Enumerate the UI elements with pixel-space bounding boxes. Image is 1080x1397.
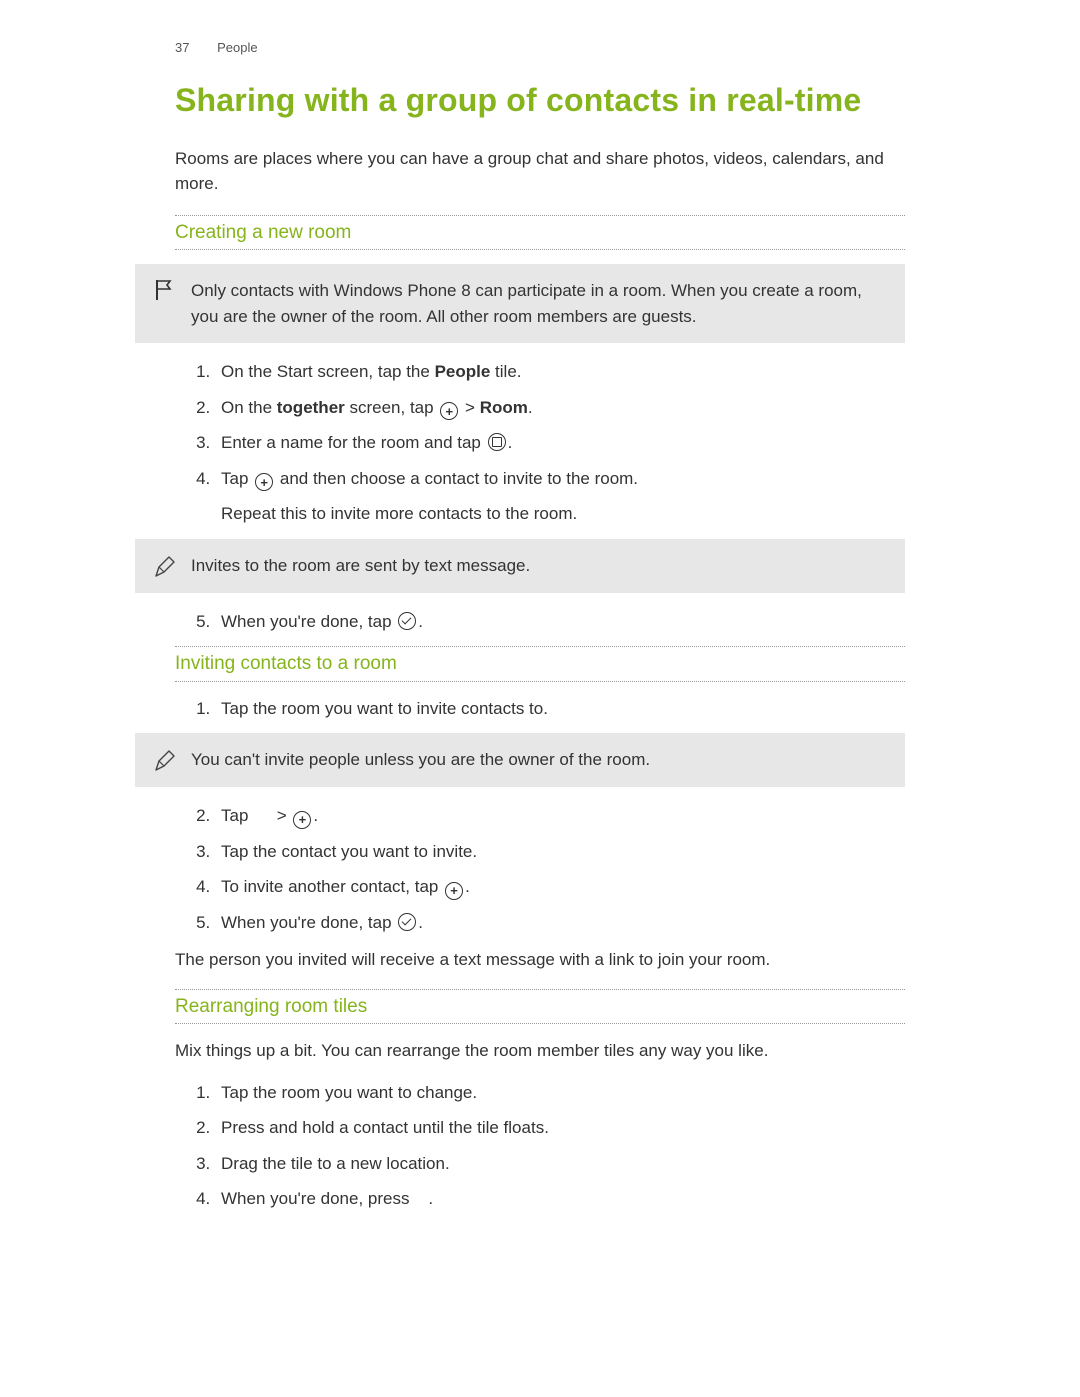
step-4-sub: Repeat this to invite more contacts to t… <box>221 501 905 527</box>
step-2: On the together screen, tap > Room. <box>215 395 905 421</box>
save-circle-icon <box>488 433 506 451</box>
step-3: Enter a name for the room and tap . <box>215 430 905 456</box>
step-1: Tap the room you want to change. <box>215 1080 905 1106</box>
page-number: 37 <box>175 40 189 55</box>
pencil-icon <box>153 553 185 579</box>
pencil-icon <box>153 747 185 773</box>
step-2: Press and hold a contact until the tile … <box>215 1115 905 1141</box>
heading-creating: Creating a new room <box>175 219 905 248</box>
inviting-outro: The person you invited will receive a te… <box>175 947 905 973</box>
step-5: When you're done, tap . <box>215 609 905 635</box>
rearranging-intro: Mix things up a bit. You can rearrange t… <box>175 1038 905 1064</box>
section-heading-inviting: Inviting contacts to a room <box>175 646 905 682</box>
steps-inviting-cont: Tap > . Tap the contact you want to invi… <box>175 803 905 935</box>
step-5: When you're done, tap . <box>215 910 905 936</box>
plus-circle-icon <box>440 402 458 420</box>
step-2: Tap > . <box>215 803 905 829</box>
step-1: On the Start screen, tap the People tile… <box>215 359 905 385</box>
intro-paragraph: Rooms are places where you can have a gr… <box>175 146 905 197</box>
step-4: To invite another contact, tap . <box>215 874 905 900</box>
steps-creating: On the Start screen, tap the People tile… <box>175 359 905 527</box>
step-3: Tap the contact you want to invite. <box>215 839 905 865</box>
page: 37 People Sharing with a group of contac… <box>0 0 1080 1397</box>
step-1: Tap the room you want to invite contacts… <box>215 696 905 722</box>
steps-rearranging: Tap the room you want to change. Press a… <box>175 1080 905 1212</box>
plus-circle-icon <box>293 811 311 829</box>
callout-text: Invites to the room are sent by text mes… <box>191 553 887 579</box>
callout-text: Only contacts with Windows Phone 8 can p… <box>191 278 887 329</box>
step-4: When you're done, press . <box>215 1186 905 1212</box>
section-heading-rearranging: Rearranging room tiles <box>175 989 905 1025</box>
page-title: Sharing with a group of contacts in real… <box>175 76 905 124</box>
flag-icon <box>153 278 185 304</box>
callout-text: You can't invite people unless you are t… <box>191 747 887 773</box>
step-4: Tap and then choose a contact to invite … <box>215 466 905 527</box>
header: 37 People <box>175 38 905 58</box>
check-circle-icon <box>398 913 416 931</box>
steps-creating-cont: When you're done, tap . <box>175 609 905 635</box>
callout-owner-only: You can't invite people unless you are t… <box>135 733 905 787</box>
plus-circle-icon <box>445 882 463 900</box>
heading-rearranging: Rearranging room tiles <box>175 993 905 1022</box>
check-circle-icon <box>398 612 416 630</box>
plus-circle-icon <box>255 473 273 491</box>
section-heading-creating: Creating a new room <box>175 215 905 251</box>
callout-requirements: Only contacts with Windows Phone 8 can p… <box>135 264 905 343</box>
callout-invite-sms: Invites to the room are sent by text mes… <box>135 539 905 593</box>
header-section: People <box>217 40 257 55</box>
heading-inviting: Inviting contacts to a room <box>175 650 905 679</box>
step-3: Drag the tile to a new location. <box>215 1151 905 1177</box>
steps-inviting: Tap the room you want to invite contacts… <box>175 696 905 722</box>
